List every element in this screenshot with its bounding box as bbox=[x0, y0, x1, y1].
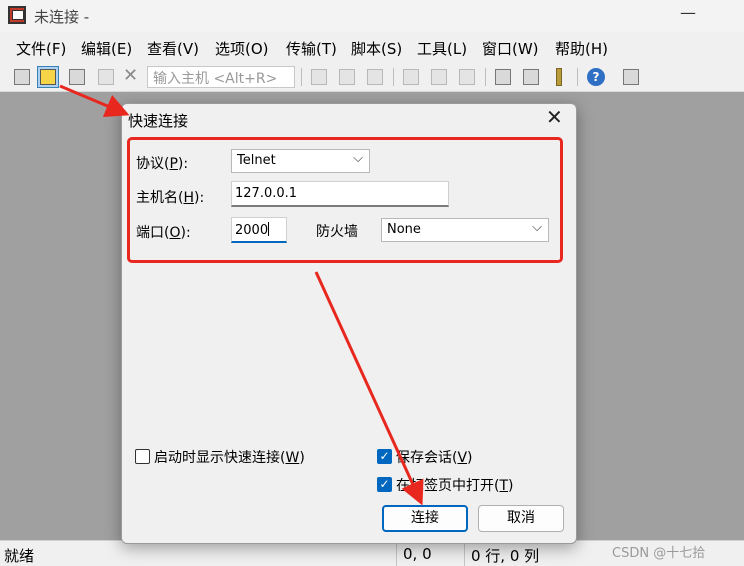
save-session-label: 保存会话(V) bbox=[396, 450, 473, 466]
open-in-tab-label: 在标签页中打开(T) bbox=[396, 478, 514, 494]
reconnect-icon[interactable] bbox=[95, 66, 117, 88]
menu-transfer[interactable]: 传输(T) bbox=[286, 38, 337, 59]
print-icon[interactable] bbox=[428, 66, 450, 88]
global-options-icon[interactable] bbox=[520, 66, 542, 88]
minimize-button[interactable]: — bbox=[680, 3, 696, 22]
menu-view[interactable]: 查看(V) bbox=[147, 38, 199, 59]
toolbar-separator bbox=[393, 68, 394, 86]
dialog-title: 快速连接 bbox=[128, 112, 189, 130]
connect-icon[interactable] bbox=[11, 66, 33, 88]
open-in-tab-checkbox[interactable]: ✓ bbox=[377, 477, 392, 492]
status-cursor: 0, 0 bbox=[396, 542, 438, 566]
paste-icon[interactable] bbox=[336, 66, 358, 88]
toolbar: ✕ 输入主机 <Alt+R> ? bbox=[0, 62, 744, 92]
toolbar-separator bbox=[485, 68, 486, 86]
menu-script[interactable]: 脚本(S) bbox=[351, 38, 402, 59]
print-screen-icon[interactable] bbox=[456, 66, 478, 88]
status-size: 0 行, 0 列 bbox=[464, 542, 545, 566]
toolbar-separator bbox=[301, 68, 302, 86]
toolbar-separator bbox=[577, 68, 578, 86]
connect-button[interactable]: 连接 bbox=[382, 505, 468, 532]
menu-file[interactable]: 文件(F) bbox=[16, 38, 66, 59]
menu-bar: 文件(F) 编辑(E) 查看(V) 选项(O) 传输(T) 脚本(S) 工具(L… bbox=[0, 32, 744, 62]
show-on-startup-label: 启动时显示快速连接(W) bbox=[154, 450, 305, 466]
menu-tools[interactable]: 工具(L) bbox=[417, 38, 467, 59]
quick-connect-dialog: 快速连接 ✕ 协议(P): Telnet ⌵ 主机名(H): 127.0.0.1… bbox=[121, 103, 577, 544]
copy-icon[interactable] bbox=[308, 66, 330, 88]
menu-edit[interactable]: 编辑(E) bbox=[81, 38, 132, 59]
status-ready: 就绪 bbox=[4, 547, 35, 565]
annotation-highlight-box bbox=[127, 137, 563, 263]
menu-help[interactable]: 帮助(H) bbox=[555, 38, 608, 59]
menu-options[interactable]: 选项(O) bbox=[215, 38, 269, 59]
close-icon[interactable]: ✕ bbox=[546, 105, 563, 129]
watermark: CSDN @十七拾 bbox=[612, 546, 706, 561]
print-setup-icon[interactable] bbox=[400, 66, 422, 88]
keymap-icon[interactable] bbox=[548, 66, 570, 88]
title-bar: 未连接 - — bbox=[0, 0, 744, 32]
connect-in-tab-icon[interactable] bbox=[66, 66, 88, 88]
disconnect-icon[interactable]: ✕ bbox=[121, 65, 143, 88]
quick-connect-icon[interactable] bbox=[37, 66, 59, 88]
help-icon[interactable]: ? bbox=[585, 66, 607, 88]
cancel-button[interactable]: 取消 bbox=[478, 505, 564, 532]
show-on-startup-checkbox[interactable] bbox=[135, 449, 150, 464]
find-icon[interactable] bbox=[364, 66, 386, 88]
about-icon[interactable] bbox=[620, 66, 642, 88]
save-session-checkbox[interactable]: ✓ bbox=[377, 449, 392, 464]
session-options-icon[interactable] bbox=[492, 66, 514, 88]
window-title: 未连接 - bbox=[34, 8, 90, 26]
host-input[interactable]: 输入主机 <Alt+R> bbox=[147, 66, 295, 88]
menu-window[interactable]: 窗口(W) bbox=[482, 38, 539, 59]
app-icon[interactable] bbox=[8, 6, 26, 24]
